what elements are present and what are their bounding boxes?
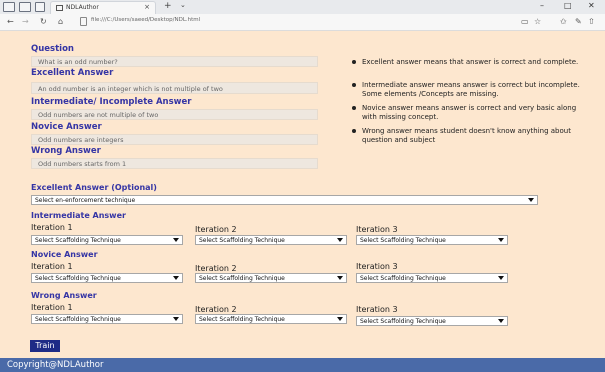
intermediate-iteration-2-label: Iteration 2 — [195, 225, 237, 234]
url-text: file:///C:/Users/saeed/Desktop/NDL.html — [91, 17, 201, 23]
address-bar[interactable]: file:///C:/Users/saeed/Desktop/NDL.html — [80, 17, 518, 28]
refresh-icon[interactable]: ↻ — [40, 17, 47, 26]
chevron-down-icon — [498, 238, 504, 242]
novice-iteration-1-select[interactable]: Select Scaffolding Technique — [31, 273, 183, 283]
footer: Copyright@NDLAuthor — [0, 358, 605, 372]
reading-view-icon[interactable]: ▭ — [521, 17, 529, 26]
chevron-down-icon — [498, 276, 504, 280]
excellent-answer-label: Excellent Answer — [31, 68, 114, 78]
bullet-dot-icon — [352, 60, 356, 64]
tab-title: NDLAuthor — [66, 4, 99, 11]
favorites-hub-icon[interactable]: ✩ — [560, 17, 567, 26]
bullet-dot-icon — [352, 106, 356, 110]
select-value: Select Scaffolding Technique — [360, 275, 446, 282]
close-window-icon[interactable]: ✕ — [588, 1, 595, 10]
forward-icon[interactable]: → — [22, 17, 29, 26]
browser-tab[interactable]: NDLAuthor × — [50, 1, 156, 14]
chevron-down-icon — [337, 238, 343, 242]
intermediate-section-label: Intermediate Answer — [31, 211, 126, 220]
select-value: Select Scaffolding Technique — [35, 316, 121, 323]
copyright-text: Copyright@NDLAuthor — [7, 360, 104, 370]
novice-answer-label: Novice Answer — [31, 122, 102, 132]
tab-page-icon[interactable] — [35, 2, 45, 12]
chevron-down-icon — [173, 317, 179, 321]
chevron-down-icon — [498, 319, 504, 323]
tab-close-icon[interactable]: × — [144, 3, 150, 11]
chevron-down-icon — [173, 238, 179, 242]
question-label: Question — [31, 44, 74, 54]
intermediate-iteration-1-label: Iteration 1 — [31, 223, 73, 232]
select-value: Select Scaffolding Technique — [360, 237, 446, 244]
chevron-down-icon — [337, 276, 343, 280]
page-favicon-icon — [56, 5, 63, 11]
novice-iteration-3-select[interactable]: Select Scaffolding Technique — [356, 273, 508, 283]
intermediate-answer-label: Intermediate/ Incomplete Answer — [31, 97, 192, 107]
file-icon — [80, 17, 87, 26]
excellent-answer-input[interactable]: An odd number is an integer which is not… — [31, 82, 318, 94]
intermediate-iteration-3-select[interactable]: Select Scaffolding Technique — [356, 235, 508, 245]
novice-iteration-2-select[interactable]: Select Scaffolding Technique — [195, 273, 347, 283]
browser-toolbar: ← → ↻ ⌂ file:///C:/Users/saeed/Desktop/N… — [0, 14, 605, 31]
select-value: Select Scaffolding Technique — [199, 237, 285, 244]
wrong-section-label: Wrong Answer — [31, 291, 97, 300]
intermediate-iteration-2-select[interactable]: Select Scaffolding Technique — [195, 235, 347, 245]
browser-menu-icon[interactable] — [3, 2, 15, 12]
select-value: Select Scaffolding Technique — [360, 318, 446, 325]
select-value: Select Scaffolding Technique — [199, 275, 285, 282]
wrong-iteration-1-select[interactable]: Select Scaffolding Technique — [31, 314, 183, 324]
favorite-star-icon[interactable]: ☆ — [534, 17, 541, 26]
select-value: Select Scaffolding Technique — [35, 275, 121, 282]
select-value: Select Scaffolding Technique — [199, 316, 285, 323]
excellent-optional-label: Excellent Answer (Optional) — [31, 183, 157, 192]
pen-icon[interactable]: ✎ — [575, 17, 582, 26]
wrong-answer-input[interactable]: Odd numbers starts from 1 — [31, 158, 318, 169]
new-tab-icon[interactable]: + — [164, 1, 172, 11]
train-button[interactable]: Train — [30, 340, 60, 352]
select-value: Select Scaffolding Technique — [35, 237, 121, 244]
tab-list-icon[interactable]: ⌄ — [180, 1, 186, 9]
wrong-answer-label: Wrong Answer — [31, 146, 101, 156]
home-icon[interactable]: ⌂ — [58, 17, 63, 26]
wrong-iteration-3-label: Iteration 3 — [356, 305, 398, 314]
bullet-dot-icon — [352, 83, 356, 87]
novice-answer-input[interactable]: Odd numbers are integers — [31, 134, 318, 145]
novice-section-label: Novice Answer — [31, 250, 98, 259]
wrong-iteration-2-label: Iteration 2 — [195, 305, 237, 314]
novice-iteration-1-label: Iteration 1 — [31, 262, 73, 271]
tab-actions-icon[interactable] — [19, 2, 31, 12]
browser-titlebar: NDLAuthor × + ⌄ – □ ✕ — [0, 0, 605, 14]
minimize-icon[interactable]: – — [540, 1, 544, 10]
wrong-iteration-3-select[interactable]: Select Scaffolding Technique — [356, 316, 508, 326]
chevron-down-icon — [173, 276, 179, 280]
wrong-iteration-1-label: Iteration 1 — [31, 303, 73, 312]
share-icon[interactable]: ⇧ — [588, 17, 595, 26]
chevron-down-icon — [337, 317, 343, 321]
wrong-iteration-2-select[interactable]: Select Scaffolding Technique — [195, 314, 347, 324]
question-input[interactable]: What is an odd number? — [31, 56, 318, 67]
intermediate-iteration-1-select[interactable]: Select Scaffolding Technique — [31, 235, 183, 245]
novice-iteration-2-label: Iteration 2 — [195, 264, 237, 273]
intermediate-answer-input[interactable]: Odd numbers are not multiple of two — [31, 109, 318, 120]
select-value: Select en-enforcement technique — [35, 197, 136, 204]
intermediate-iteration-3-label: Iteration 3 — [356, 225, 398, 234]
maximize-icon[interactable]: □ — [564, 1, 572, 10]
chevron-down-icon — [528, 198, 534, 202]
enforcement-technique-select[interactable]: Select en-enforcement technique — [31, 195, 538, 205]
bullet-dot-icon — [352, 129, 356, 133]
back-icon[interactable]: ← — [7, 17, 14, 26]
novice-iteration-3-label: Iteration 3 — [356, 262, 398, 271]
